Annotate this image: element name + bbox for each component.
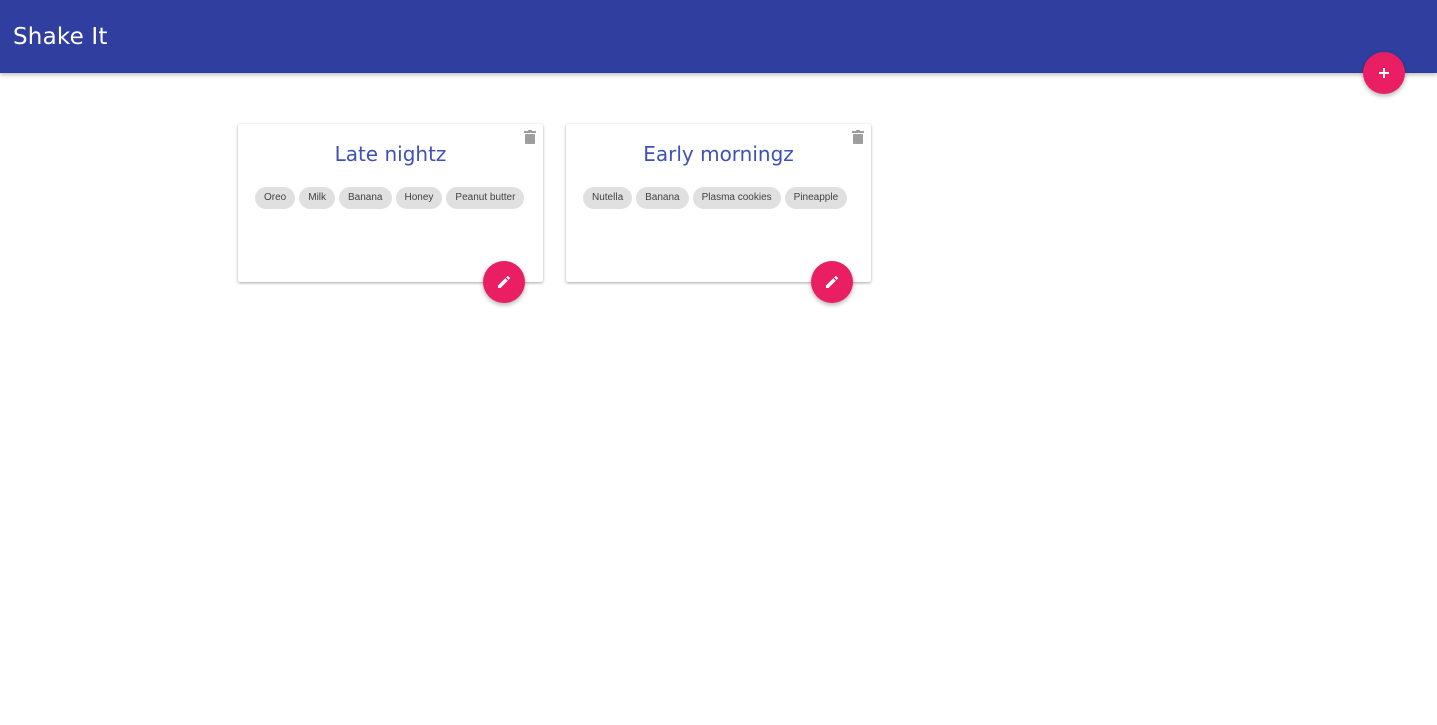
edit-button[interactable] xyxy=(811,261,853,303)
add-shake-button[interactable] xyxy=(1363,52,1405,94)
shake-card: Early morningz Nutella Banana Plasma coo… xyxy=(566,124,871,303)
ingredient-chip: Honey xyxy=(395,187,443,209)
trash-icon[interactable] xyxy=(852,130,864,144)
ingredient-chip: Banana xyxy=(636,187,689,209)
app-title: Shake It xyxy=(13,24,108,50)
ingredient-chip: Plasma cookies xyxy=(692,187,781,209)
ingredient-chip: Banana xyxy=(339,187,392,209)
ingredient-list: Nutella Banana Plasma cookies Pineapple xyxy=(583,187,858,209)
card-title: Late nightz xyxy=(334,142,447,166)
pencil-icon xyxy=(498,275,511,288)
edit-button[interactable] xyxy=(483,261,525,303)
app-bar: Shake It xyxy=(0,0,1437,73)
ingredient-chip: Milk xyxy=(299,187,336,209)
ingredient-list: Oreo Milk Banana Honey Peanut butter xyxy=(255,187,530,209)
shake-card: Late nightz Oreo Milk Banana Honey Peanu… xyxy=(238,124,543,303)
pencil-icon xyxy=(826,275,839,288)
ingredient-chip: Peanut butter xyxy=(446,187,525,209)
ingredient-chip: Nutella xyxy=(583,187,633,209)
ingredient-chip: Oreo xyxy=(255,187,296,209)
ingredient-chip: Pineapple xyxy=(784,187,848,209)
trash-icon[interactable] xyxy=(524,130,536,144)
card-title: Early morningz xyxy=(643,142,794,166)
